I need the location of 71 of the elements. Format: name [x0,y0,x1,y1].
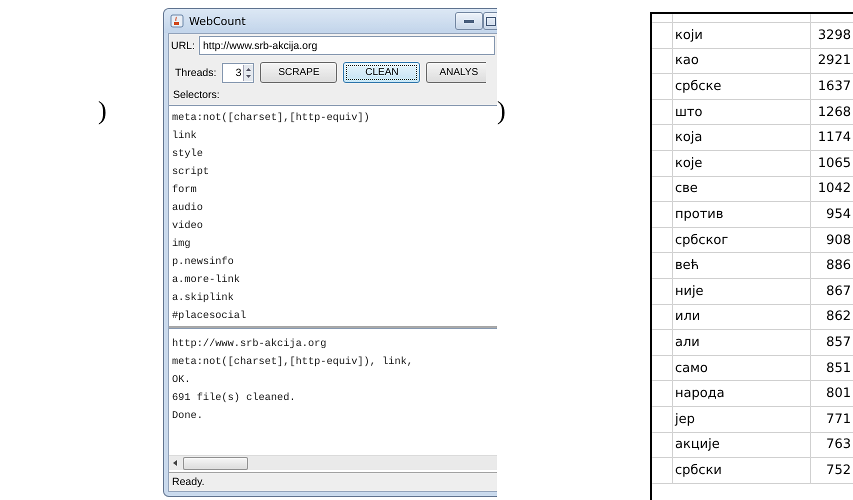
selector-line: a.skiplink [172,291,235,306]
word-cell: србског [675,232,728,248]
action-button[interactable]: ANALYS [426,62,486,83]
count-cell: 886 [826,258,851,274]
selectors-label: Selectors: [172,88,221,103]
count-cell: 2921 [818,53,851,68]
word-cell: србске [675,78,722,94]
word-cell: које [675,156,702,171]
count-cell: 771 [826,412,851,427]
url-label: URL: [171,40,195,52]
log-line: meta:not([charset],[http-equiv]), link, [172,355,414,370]
word-cell: акције [675,437,720,452]
count-cell: 857 [826,334,851,350]
selector-line: a.more-link [172,273,241,288]
selector-line: link [172,129,198,144]
count-cell: 801 [826,386,851,402]
word-cell: само [675,360,708,376]
selectors-text-area[interactable]: meta:not([charset],[http-equiv]) link style script form audio video img p.newsinfo a.more-link a.skiplink #placesocial [169,105,497,328]
up-arrow-icon[interactable] [244,64,254,72]
word-cell: који [675,28,703,43]
count-cell: 867 [826,284,851,299]
minimize-button[interactable] [455,12,483,30]
word-cell: која [675,130,702,146]
count-cell: 862 [826,309,851,324]
count-cell: 1174 [818,130,851,146]
maximize-button[interactable] [483,12,497,30]
count-cell: 851 [826,360,851,376]
horizontal-scrollbar[interactable] [169,455,497,470]
left-arrow-icon[interactable] [172,460,178,466]
selector-line: style [172,147,204,162]
selector-line: img [172,237,192,252]
url-field[interactable]: http://www.srb-akcija.org [198,36,495,55]
selector-line: meta:not([charset],[http-equiv]) [172,111,371,126]
log-line: http://www.srb-akcija.org [172,337,328,352]
selector-line: form [172,183,198,198]
count-cell: 1065 [818,156,851,171]
word-cell: или [675,309,700,324]
log-line: OK. [172,373,192,388]
window-title: WebCount [189,14,246,28]
selector-line: audio [172,201,204,216]
word-cell: али [675,334,700,350]
count-cell: 752 [826,462,851,478]
action-button[interactable]: CLEAN [343,62,420,83]
count-cell: 763 [826,437,851,452]
count-cell: 1042 [818,181,851,196]
threads-label: Threads: [175,66,216,78]
word-cell: што [675,104,702,120]
word-cell: против [675,206,724,222]
count-cell: 908 [826,232,851,248]
word-cell: као [675,53,699,68]
word-cell: није [675,284,704,299]
word-cell: србски [675,462,722,478]
word-cell: јер [675,412,695,427]
action-button[interactable]: SCRAPE [260,62,338,83]
closing-parenthesis: ) [98,98,107,124]
log-line: 691 file(s) cleaned. [172,391,297,406]
word-cell: народа [675,386,725,402]
selector-line: p.newsinfo [172,255,235,270]
selector-line: video [172,219,204,234]
status-text: Ready. [172,476,204,488]
count-cell: 954 [826,206,851,222]
count-cell: 1637 [818,78,851,94]
word-cell: већ [675,258,700,274]
word-cell: све [675,181,698,196]
count-cell: 3298 [818,28,851,43]
threads-spinner[interactable]: 3 [222,62,254,82]
selector-line: #placesocial [172,309,248,324]
count-cell: 1268 [818,104,851,120]
log-line: Done. [172,409,204,424]
selector-line: script [172,165,210,180]
closing-parenthesis: ) [497,96,506,125]
